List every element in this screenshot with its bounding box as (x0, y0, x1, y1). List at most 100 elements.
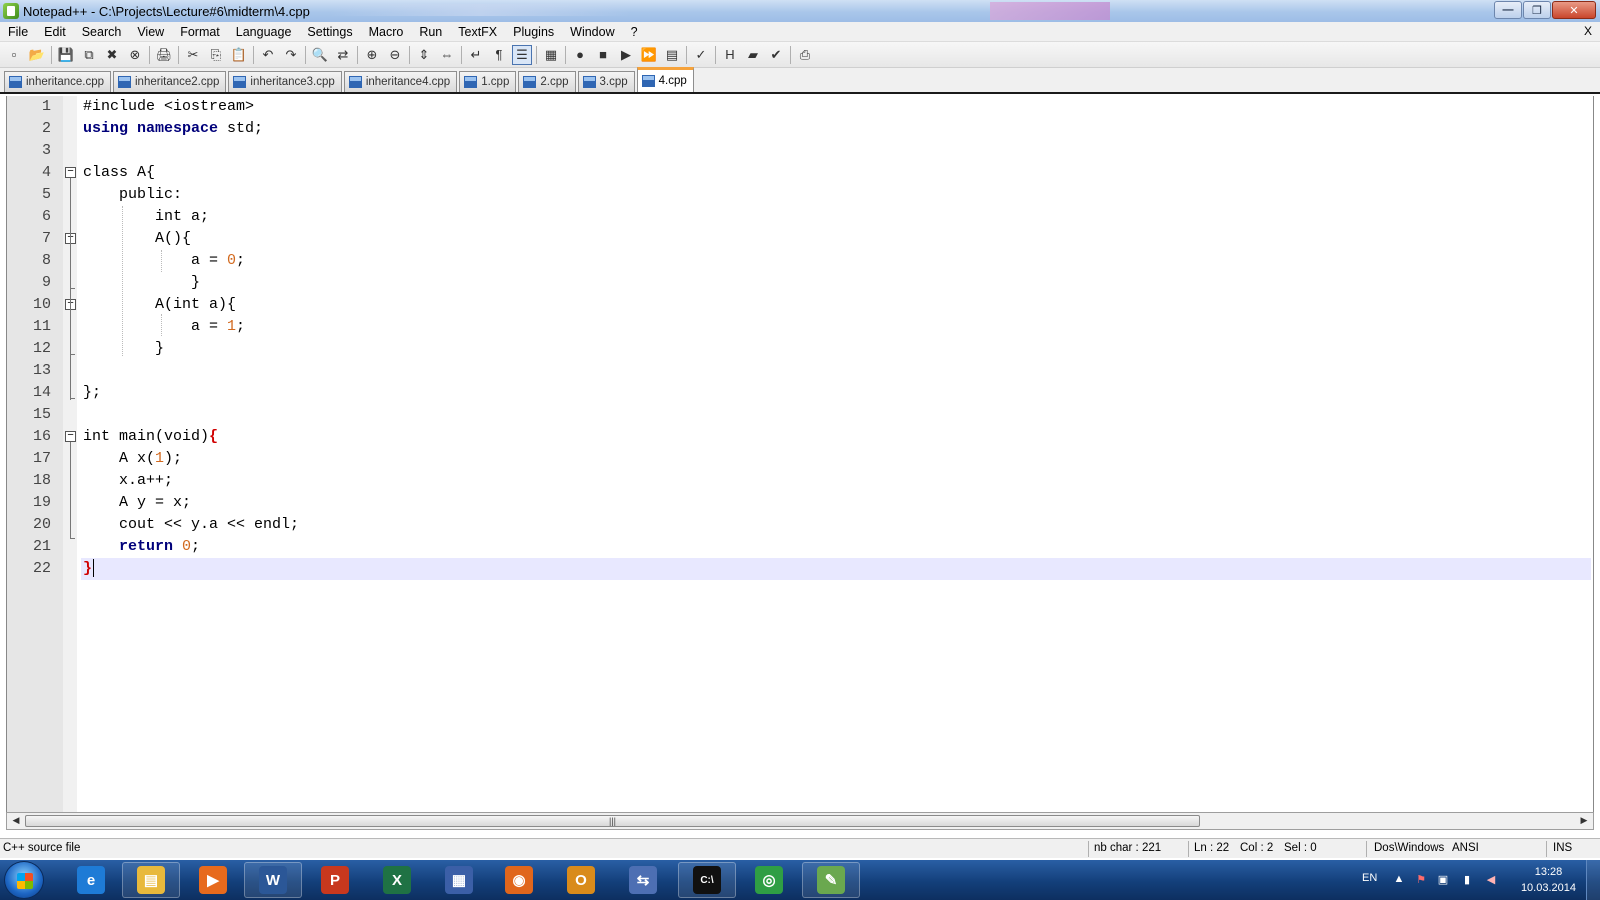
zoom-out-icon[interactable]: ⊖ (385, 45, 405, 65)
zoom-in-icon[interactable]: ⊕ (362, 45, 382, 65)
restore-button[interactable]: ❐ (1523, 1, 1551, 19)
word-wrap-icon[interactable]: ↵ (466, 45, 486, 65)
code-line[interactable]: 5 public: (7, 184, 1593, 206)
code-line[interactable]: 1 #include <iostream> (7, 96, 1593, 118)
undo-icon[interactable]: ↶ (258, 45, 278, 65)
taskbar-button[interactable]: ◉ (490, 862, 548, 898)
taskbar-button[interactable]: X (368, 862, 426, 898)
sync-horizontal-icon[interactable]: ⇔ (437, 45, 457, 65)
line-content[interactable]: } (81, 338, 1591, 360)
copy-icon[interactable]: ⎘ (206, 45, 226, 65)
volume-muted-icon[interactable]: ◀ (1484, 873, 1498, 887)
line-content[interactable]: x.a++; (81, 470, 1591, 492)
minimize-button[interactable]: — (1494, 1, 1522, 19)
line-content[interactable] (81, 140, 1591, 162)
folder-icon[interactable]: ▰ (743, 45, 763, 65)
close-document-button[interactable]: X (1584, 24, 1592, 38)
taskbar-button[interactable]: O (552, 862, 610, 898)
code-line[interactable]: 7− A(){ (7, 228, 1593, 250)
menu-language[interactable]: Language (228, 25, 300, 39)
show-all-chars-icon[interactable]: ¶ (489, 45, 509, 65)
start-button[interactable] (4, 861, 44, 899)
network-adapter-icon[interactable]: ▣ (1436, 873, 1450, 887)
run-macro-multiple-icon[interactable]: ⏩ (639, 45, 659, 65)
tab-2-cpp[interactable]: 2.cpp (518, 71, 576, 92)
code-line[interactable]: 11 a = 1; (7, 316, 1593, 338)
system-clock[interactable]: 13:28 10.03.2014 (1521, 864, 1576, 896)
taskbar-button[interactable]: ▶ (184, 862, 242, 898)
menu-search[interactable]: Search (74, 25, 130, 39)
signal-strength-icon[interactable]: ▮ (1460, 873, 1474, 887)
print-icon[interactable]: 🖨 (154, 45, 174, 65)
line-content[interactable]: } (81, 272, 1591, 294)
taskbar-button[interactable]: ✎ (802, 862, 860, 898)
line-content[interactable]: cout << y.a << endl; (81, 514, 1591, 536)
scroll-left-arrow-icon[interactable]: ◀ (9, 815, 23, 827)
user-define-icon[interactable]: ▦ (541, 45, 561, 65)
code-line[interactable]: 9 } (7, 272, 1593, 294)
code-line[interactable]: 20 cout << y.a << endl; (7, 514, 1593, 536)
menu-edit[interactable]: Edit (36, 25, 74, 39)
tab-1-cpp[interactable]: 1.cpp (459, 71, 517, 92)
line-content[interactable]: A(){ (81, 228, 1591, 250)
save-macro-icon[interactable]: ▤ (662, 45, 682, 65)
code-line[interactable]: 14}; (7, 382, 1593, 404)
taskbar-button[interactable]: ⇆ (614, 862, 672, 898)
action-center-flag-icon[interactable]: ⚑ (1414, 873, 1428, 887)
menu-plugins[interactable]: Plugins (505, 25, 562, 39)
stop-macro-icon[interactable]: ■ (593, 45, 613, 65)
line-content[interactable] (81, 360, 1591, 382)
title-bar[interactable]: Notepad++ - C:\Projects\Lecture#6\midter… (0, 0, 1600, 22)
play-macro-icon[interactable]: ▶ (616, 45, 636, 65)
line-content[interactable] (81, 404, 1591, 426)
code-line[interactable]: 3 (7, 140, 1593, 162)
check-icon[interactable]: ✔ (766, 45, 786, 65)
code-line[interactable]: 2 using namespace std; (7, 118, 1593, 140)
code-line[interactable]: 12 } (7, 338, 1593, 360)
code-line[interactable]: 18 x.a++; (7, 470, 1593, 492)
code-line[interactable]: 8 a = 0; (7, 250, 1593, 272)
open-file-icon[interactable]: 📂 (27, 45, 47, 65)
show-hidden-icons-icon[interactable]: ▲ (1392, 873, 1406, 887)
code-area[interactable]: 1 #include <iostream> 2 using namespace std… (7, 96, 1593, 580)
menu-file[interactable]: File (0, 25, 36, 39)
tab-inheritance2-cpp[interactable]: inheritance2.cpp (113, 71, 227, 92)
code-line[interactable]: 21 return 0; (7, 536, 1593, 558)
paste-icon[interactable]: 📋 (229, 45, 249, 65)
menu-format[interactable]: Format (172, 25, 228, 39)
sync-vertical-icon[interactable]: ⇕ (414, 45, 434, 65)
close-button[interactable]: ✕ (1552, 1, 1596, 19)
menu-textfx[interactable]: TextFX (450, 25, 505, 39)
find-icon[interactable]: 🔍 (310, 45, 330, 65)
line-content[interactable]: a = 1; (81, 316, 1591, 338)
menu-help[interactable]: ? (623, 25, 646, 39)
line-content[interactable]: A y = x; (81, 492, 1591, 514)
line-content[interactable]: int a; (81, 206, 1591, 228)
taskbar-button[interactable]: ▤ (122, 862, 180, 898)
fold-toggle-icon[interactable]: − (65, 167, 76, 178)
print-now-icon[interactable]: ⎙ (795, 45, 815, 65)
menu-window[interactable]: Window (562, 25, 622, 39)
tab-inheritance-cpp[interactable]: inheritance.cpp (4, 71, 111, 92)
taskbar-button[interactable]: C:\ (678, 862, 736, 898)
tab-4-cpp[interactable]: 4.cpp (636, 67, 694, 92)
code-editor[interactable]: 1 #include <iostream> 2 using namespace std… (6, 96, 1594, 812)
code-line[interactable]: 13 (7, 360, 1593, 382)
line-content[interactable]: class A{ (81, 162, 1591, 184)
line-content[interactable]: #include <iostream> (81, 96, 1591, 118)
code-line[interactable]: 22} (7, 558, 1593, 580)
line-content[interactable]: using namespace std; (81, 118, 1591, 140)
taskbar-button[interactable]: P (306, 862, 364, 898)
show-desktop-button[interactable] (1586, 860, 1600, 900)
line-content[interactable]: return 0; (81, 536, 1591, 558)
save-icon[interactable]: 💾 (56, 45, 76, 65)
record-macro-icon[interactable]: ● (570, 45, 590, 65)
html-tag-icon[interactable]: H (720, 45, 740, 65)
line-content[interactable]: A(int a){ (81, 294, 1591, 316)
line-content[interactable]: A x(1); (81, 448, 1591, 470)
new-file-icon[interactable]: ▫ (4, 45, 24, 65)
close-icon[interactable]: ✖ (102, 45, 122, 65)
line-content[interactable]: }; (81, 382, 1591, 404)
line-content[interactable]: } (81, 558, 1591, 580)
tab-inheritance3-cpp[interactable]: inheritance3.cpp (228, 71, 342, 92)
